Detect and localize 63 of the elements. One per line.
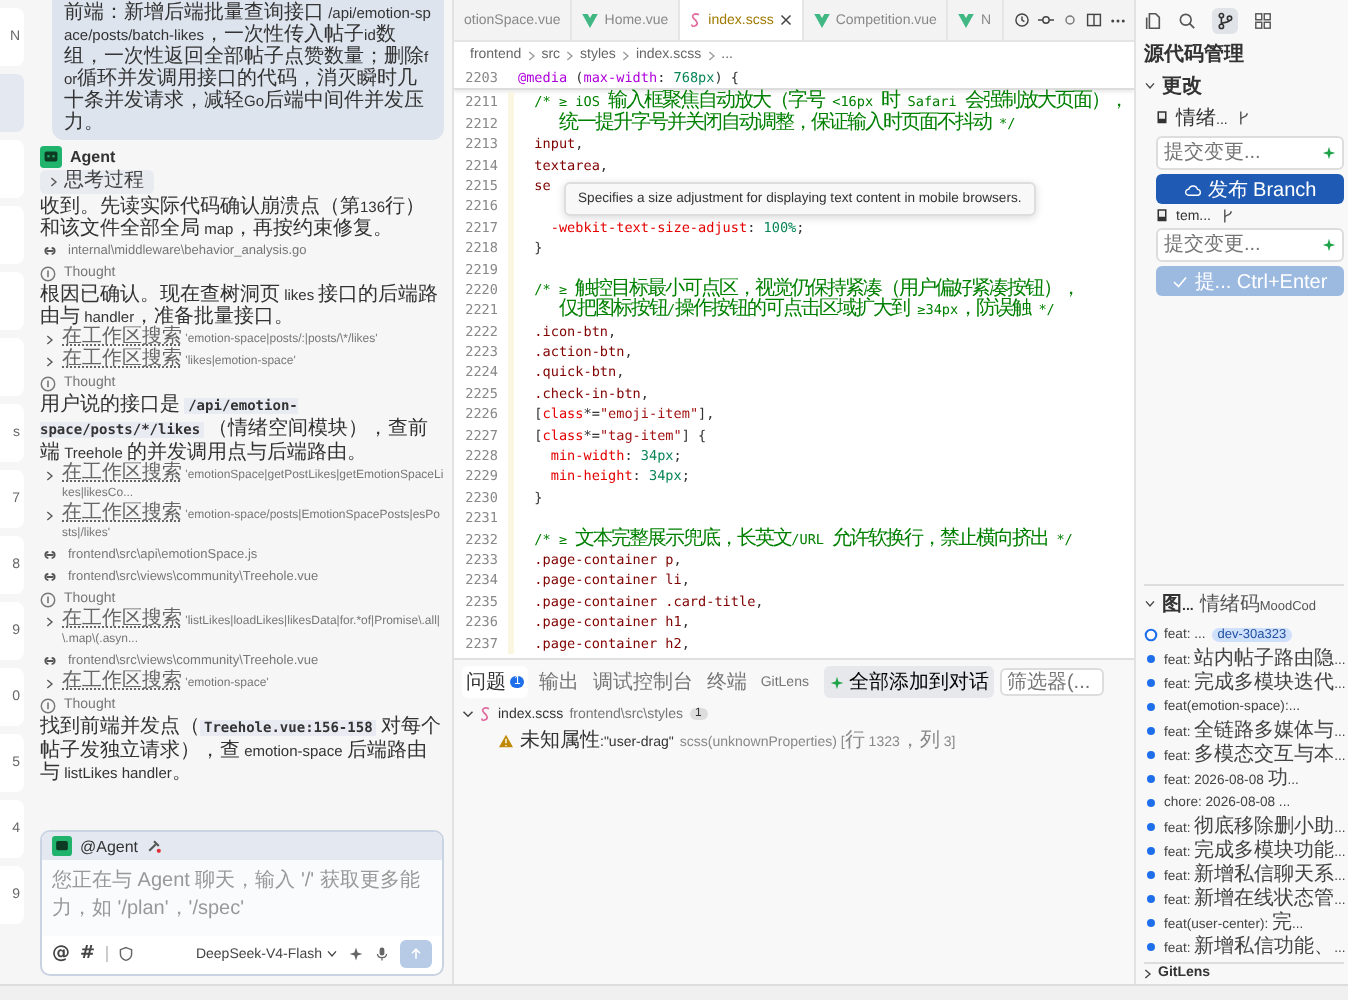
chevron-icon[interactable] [50, 176, 58, 188]
sparkle-icon[interactable] [348, 946, 364, 962]
chevron-icon[interactable] [462, 708, 474, 720]
link-icon [40, 656, 60, 666]
panel-tab[interactable]: 调试控制台 [588, 666, 697, 698]
close-icon[interactable] [779, 14, 792, 26]
extensions-icon[interactable] [1254, 11, 1272, 29]
source-control-tab[interactable] [1212, 7, 1238, 33]
panel-tab[interactable]: 终端 [702, 666, 751, 698]
repository-icon [1156, 208, 1168, 224]
arrow-up-icon [408, 946, 424, 962]
branch-icon[interactable] [1219, 208, 1236, 224]
panel-tab[interactable]: 输出 [534, 666, 583, 698]
history-icon[interactable] [1014, 12, 1030, 28]
panel-title: 源代码管理 [1144, 41, 1246, 68]
chevron-icon[interactable] [46, 510, 54, 522]
tools-icon[interactable] [146, 838, 163, 854]
agent-name: Agent [70, 148, 116, 166]
search-icon[interactable] [1178, 11, 1196, 29]
insert-button[interactable]: # [80, 944, 96, 964]
chevron-icon[interactable] [46, 470, 54, 482]
chat-input[interactable]: 您正在与 Agent 聊天，输入 '/' 获取更多能力，如 '/plan'，'/spec' [42, 860, 442, 936]
shield-icon[interactable] [117, 946, 134, 962]
info-icon [40, 375, 56, 391]
chevron-icon[interactable] [46, 616, 54, 628]
warning-icon [498, 733, 514, 747]
info-icon [40, 265, 56, 281]
circle-icon[interactable] [1062, 12, 1078, 28]
filter-field[interactable]: 筛选器(... [1000, 668, 1105, 696]
sparkle-icon[interactable] [1322, 146, 1336, 160]
checkmark-icon [1172, 275, 1189, 287]
link-icon [40, 550, 60, 560]
info-icon [40, 591, 56, 607]
vue-file-icon [958, 13, 975, 27]
agent-icon [40, 146, 62, 168]
sass-file-icon [480, 706, 492, 722]
vue-file-icon [582, 13, 599, 27]
chevron-down-icon[interactable] [1144, 600, 1156, 608]
commit-icon[interactable] [1038, 12, 1054, 28]
more-icon[interactable] [1110, 17, 1126, 23]
changes-section[interactable]: 更改 [1162, 72, 1202, 100]
agent-mention: @Agent [80, 837, 139, 855]
microphone-icon[interactable] [374, 946, 390, 962]
agent-icon [52, 836, 72, 856]
sparkle-icon[interactable] [830, 675, 845, 689]
chevron-down-icon[interactable] [1144, 82, 1156, 90]
info-icon [40, 697, 56, 713]
vue-file-icon [813, 13, 830, 27]
insert-button[interactable]: @ [52, 944, 70, 964]
sass-file-icon [690, 12, 703, 28]
split-editor-icon[interactable] [1086, 12, 1102, 28]
branch-icon[interactable] [1235, 110, 1252, 126]
publish-branch-button[interactable]: 发布 Branch [1156, 174, 1344, 204]
sparkle-icon[interactable] [1322, 238, 1336, 252]
chevron-down-icon[interactable] [326, 950, 338, 958]
link-icon [40, 246, 60, 256]
link-icon [40, 572, 60, 582]
chevron-icon[interactable] [46, 678, 54, 690]
cloud-upload-icon [1183, 183, 1202, 195]
chevron-icon[interactable] [1144, 967, 1152, 979]
add-to-chat-button[interactable]: 全部添加到对话 [824, 666, 995, 698]
files-icon[interactable] [1144, 11, 1162, 29]
repository-icon [1156, 110, 1168, 126]
